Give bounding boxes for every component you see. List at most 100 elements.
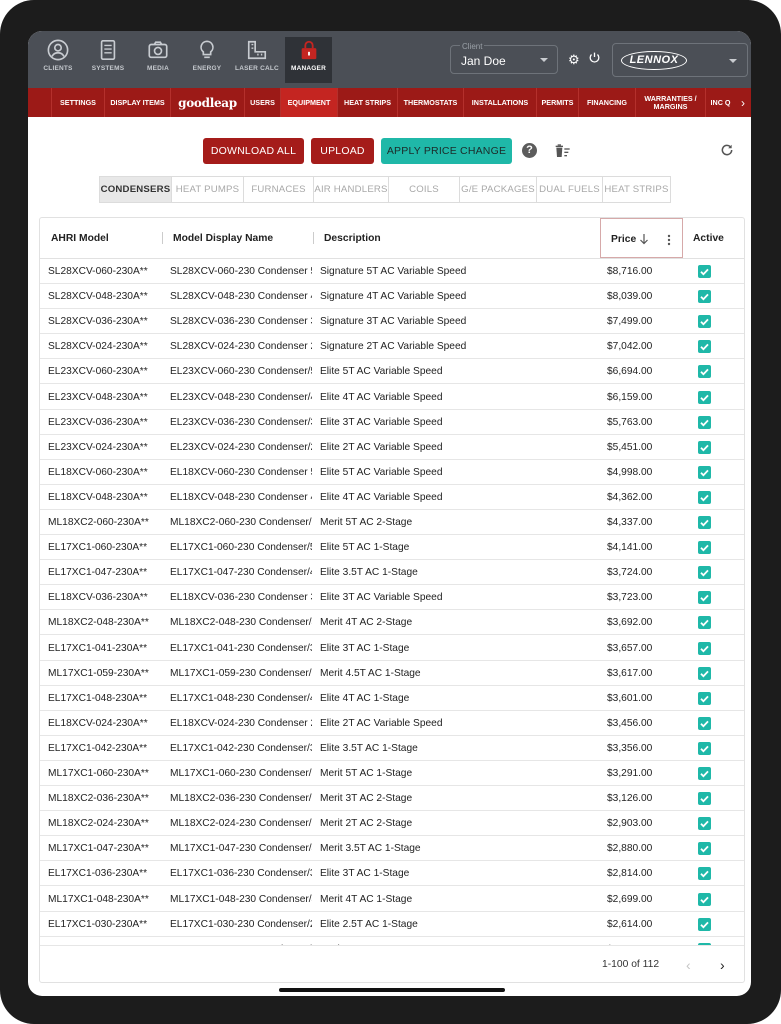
active-checkbox[interactable] [698,340,711,354]
table-row[interactable]: EL18XCV-060-230A** EL18XCV-060-230 Conden… [40,460,744,485]
active-checkbox[interactable] [698,315,711,329]
active-checkbox[interactable] [698,767,711,780]
table-row[interactable]: EL17XC1-041-230A** EL17XC1-041-230 Conden… [40,636,744,661]
table-row[interactable]: EL18XCV-036-230A** EL18XCV-036-230 Conden… [40,585,744,611]
gear-icon[interactable]: ⚙ [568,52,580,68]
active-checkbox[interactable] [698,290,711,304]
tab-warranties-margins[interactable]: WARRANTIES / MARGINS [635,88,705,117]
table-row[interactable]: EL17XC1-042-230A** EL17XC1-042-230 Conden… [40,736,744,761]
download-all-button[interactable]: DOWNLOAD ALL [203,138,304,164]
header-active[interactable]: Active [693,218,724,258]
active-checkbox[interactable] [698,516,711,529]
active-checkbox[interactable] [698,440,711,454]
active-checkbox[interactable] [698,741,711,755]
table-row[interactable]: ML18XC2-024-230A** ML18XC2-024-230 Conden… [40,811,744,837]
nav-systems[interactable]: SYSTEMS [84,37,132,83]
chevron-right-icon[interactable]: › [735,88,751,117]
nav-energy[interactable]: ENERGY [183,37,231,83]
table-row[interactable]: SL28XCV-048-230A** SL28XCV-048-230 Conden… [40,284,744,310]
tab-settings[interactable]: SETTINGS [51,88,104,117]
table-row[interactable]: EL17XC1-047-230A** EL17XC1-047-230 Conden… [40,560,744,586]
table-row[interactable]: EL18XCV-024-230A** EL18XCV-024-230 Conden… [40,711,744,736]
nav-clients[interactable]: CLIENTS [34,37,82,83]
active-checkbox[interactable] [698,265,711,278]
tab-display-items[interactable]: DISPLAY ITEMS [104,88,170,117]
active-checkbox[interactable] [698,691,711,705]
table-row[interactable]: EL23XCV-060-230A** EL23XCV-060-230 Conden… [40,359,744,385]
column-divider[interactable] [162,232,163,244]
nav-laser-calc[interactable]: LASER CALC [233,37,281,83]
active-checkbox[interactable] [698,365,711,379]
tab-financing[interactable]: FINANCING [578,88,635,117]
active-checkbox[interactable] [698,666,711,680]
header-model-display-name[interactable]: Model Display Name [173,218,273,258]
trash-icon[interactable] [555,144,571,163]
brand-select[interactable]: LENNOX [612,43,748,77]
table-row[interactable]: ML18XC2-048-230A** ML18XC2-048-230 Conden… [40,610,744,636]
active-checkbox[interactable] [698,490,711,504]
table-row[interactable]: ML17XC1-048-230A** ML17XC1-048-230 Conden… [40,887,744,912]
active-checkbox[interactable] [698,415,711,429]
table-row[interactable]: ML17XC1-047-230A** ML17XC1-047-230 Conden… [40,836,744,862]
table-row[interactable]: EL18XCV-048-230A** EL18XCV-048-230 Conden… [40,485,744,510]
tab-thermostats[interactable]: THERMOSTATS [397,88,463,117]
tab-goodleap[interactable]: goodleap [170,88,244,117]
category-condensers[interactable]: CONDENSERS [100,177,172,202]
active-checkbox[interactable] [698,641,711,655]
active-checkbox[interactable] [698,892,711,906]
table-row[interactable]: ML17XC1-059-230A** ML17XC1-059-230 Conden… [40,661,744,686]
more-vert-icon[interactable] [667,233,671,251]
table-row[interactable]: EL23XCV-036-230A** EL23XCV-036-230 Conden… [40,410,744,435]
table-row[interactable]: EL23XCV-024-230A** EL23XCV-024-230 Conden… [40,435,744,460]
chevron-left-icon[interactable]: ‹ [686,957,691,973]
active-checkbox[interactable] [698,616,711,630]
active-checkbox[interactable] [698,917,711,931]
category-dual-fuels[interactable]: DUAL FUELS [537,177,603,202]
active-checkbox[interactable] [698,390,711,404]
power-icon[interactable] [588,51,601,69]
header-price-cell[interactable]: Price [600,218,683,258]
active-checkbox[interactable] [698,792,711,806]
table-row[interactable]: ML18XC2-036-230A** ML18XC2-036-230 Conden… [40,786,744,812]
table-row[interactable]: ML17XC1-060-230A** ML17XC1-060-230 Conden… [40,761,744,786]
nav-manager[interactable]: MANAGER [285,37,332,83]
header-ahri-model[interactable]: AHRI Model [51,218,109,258]
table-row[interactable]: EL17XC1-048-230A** EL17XC1-048-230 Conden… [40,686,744,711]
table-row[interactable]: EL17XC1-060-230A** EL17XC1-060-230 Conden… [40,535,744,561]
active-checkbox[interactable] [698,566,711,580]
help-icon[interactable]: ? [522,143,537,158]
active-checkbox[interactable] [698,465,711,479]
active-checkbox[interactable] [698,817,711,831]
table-row[interactable]: EL17XC1-036-230A** EL17XC1-036-230 Conden… [40,861,744,887]
active-checkbox[interactable] [698,842,711,856]
table-row[interactable]: SL28XCV-036-230A** SL28XCV-036-230 Conden… [40,309,744,335]
active-checkbox[interactable] [698,541,711,555]
apply-price-change-button[interactable]: APPLY PRICE CHANGE [381,138,512,164]
table-row[interactable]: SL28XCV-024-230A** SL28XCV-024-230 Conden… [40,334,744,360]
table-row[interactable]: ML18XC2-060-230A** ML18XC2-060-230 Conden… [40,510,744,535]
category-ge-packages[interactable]: G/E PACKAGES [460,177,537,202]
category-coils[interactable]: COILS [389,177,460,202]
tab-equipment[interactable]: EQUIPMENT [280,88,337,117]
table-row[interactable]: EL17XC1-030-230A** EL17XC1-030-230 Conden… [40,912,744,937]
column-divider[interactable] [313,232,314,244]
category-furnaces[interactable]: FURNACES [244,177,314,202]
table-row[interactable]: SL28XCV-060-230A** SL28XCV-060-230 Conden… [40,259,744,284]
client-select[interactable]: Client Jan Doe [450,42,558,74]
tab-inc-q[interactable]: INC Q [705,88,735,117]
refresh-icon[interactable] [720,143,734,162]
active-checkbox[interactable] [698,591,711,605]
header-description[interactable]: Description [324,218,381,258]
category-heat-strips[interactable]: HEAT STRIPS [603,177,670,202]
category-air-handlers[interactable]: AIR HANDLERS [314,177,389,202]
chevron-right-icon[interactable]: › [720,957,725,973]
table-row[interactable]: EL23XCV-048-230A** EL23XCV-048-230 Conden… [40,385,744,410]
tab-users[interactable]: USERS [244,88,280,117]
active-checkbox[interactable] [698,716,711,730]
category-heat-pumps[interactable]: HEAT PUMPS [172,177,244,202]
nav-media[interactable]: MEDIA [134,37,182,83]
tab-heat-strips[interactable]: HEAT STRIPS [337,88,397,117]
active-checkbox[interactable] [698,867,711,881]
upload-button[interactable]: UPLOAD [311,138,374,164]
table-row[interactable]: ML17XC1-041-230A** ML17XC1-041-230 Conden… [40,937,744,945]
